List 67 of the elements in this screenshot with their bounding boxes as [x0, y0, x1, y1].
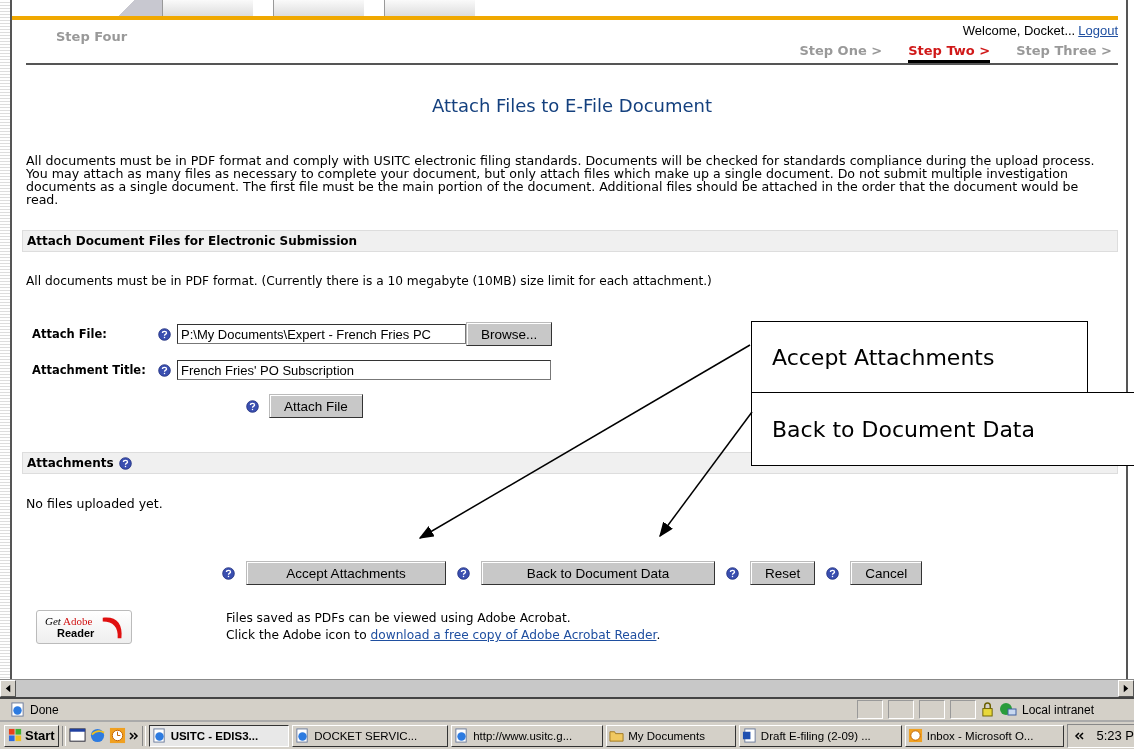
taskbar-button[interactable]: USITC - EDIS3... — [148, 724, 290, 747]
scroll-right-button[interactable] — [1118, 680, 1134, 698]
action-button[interactable]: Back to Document Data — [481, 561, 715, 585]
taskbar-button[interactable]: Inbox - Microsoft O... — [904, 724, 1065, 747]
help-icon[interactable] — [826, 566, 840, 580]
zone-text: Local intranet — [1021, 702, 1094, 717]
folder-icon — [609, 728, 625, 743]
start-button[interactable]: Start — [4, 724, 59, 747]
taskbar-button[interactable]: DOCKET SERVIC... — [292, 724, 449, 747]
scroll-left-button[interactable] — [0, 680, 16, 698]
help-icon[interactable] — [726, 566, 739, 580]
clock-icon — [907, 728, 923, 743]
file-path-field[interactable]: P:\My Documents\Expert - French Fries PC — [177, 324, 466, 344]
attach-file-button[interactable]: Attach File — [269, 394, 363, 418]
download-link[interactable]: download a free copy of Adobe Acrobat Reader — [370, 628, 657, 642]
lock-icon — [980, 702, 994, 718]
network-icon — [998, 701, 1017, 718]
help-icon[interactable] — [158, 363, 171, 377]
logout-link[interactable]: Logout — [1078, 23, 1118, 38]
browse-button[interactable]: Browse... — [466, 322, 553, 346]
help-icon[interactable] — [222, 566, 235, 580]
callout-box: Accept Attachments — [751, 321, 1088, 393]
more-icon[interactable] — [128, 731, 139, 740]
document-icon — [741, 728, 757, 743]
clock-text: 5:23 P — [1096, 728, 1134, 743]
size-note: All documents must be in PDF format. (Currently there is a 10 megabyte (10MB) size limit for each attachment.) — [26, 274, 713, 288]
help-icon[interactable] — [118, 456, 132, 470]
attachments-heading: Attachments — [27, 456, 114, 470]
empty-message: No files uploaded yet. — [26, 496, 164, 511]
action-button[interactable]: Accept Attachments — [246, 561, 446, 585]
status-pane — [918, 700, 945, 720]
taskbar-button[interactable]: My Documents — [606, 724, 736, 747]
info-text: Files saved as PDFs can be viewed using Adobe Acrobat. — [226, 611, 571, 625]
taskbar-button[interactable]: http://www.usitc.g... — [451, 724, 604, 747]
right-arrow-icon — [1123, 684, 1129, 694]
taskbar-button[interactable]: Draft E-filing (2-09) ... — [738, 724, 902, 747]
left-arrow-icon — [5, 684, 11, 694]
status-pane — [887, 700, 914, 720]
action-button[interactable]: Reset — [750, 561, 816, 585]
help-icon[interactable] — [246, 399, 259, 413]
clock-icon[interactable] — [108, 727, 126, 744]
show-hidden-icon[interactable] — [1074, 731, 1085, 740]
period-text: . — [656, 628, 661, 642]
browser-icon — [151, 728, 167, 743]
adobe-reader-badge[interactable]: Get Adobe Reader — [36, 610, 132, 644]
status-pane — [949, 700, 976, 720]
action-button[interactable]: Cancel — [850, 561, 923, 585]
desktop-icon[interactable] — [68, 727, 86, 744]
section-header: Attach Document Files for Electronic Submission — [22, 230, 1118, 252]
welcome-text: Welcome, Docket... — [962, 23, 1076, 38]
status-text: Done — [30, 702, 59, 717]
windows-flag-icon — [8, 728, 23, 743]
page-title: Attach Files to E-File Document — [430, 95, 714, 116]
field-label: Attachment Title: — [32, 363, 147, 377]
title-field[interactable]: French Fries' PO Subscription — [177, 360, 551, 380]
callout-box: Back to Document Data — [751, 392, 1134, 466]
step-tab[interactable]: Step Two > — [908, 43, 991, 63]
browser-icon — [295, 728, 311, 743]
browser-icon — [454, 728, 470, 743]
step-label: Step Four — [56, 29, 128, 46]
field-label: Attach File: — [32, 327, 108, 341]
info-text: Click the Adobe icon to — [226, 628, 367, 642]
help-icon[interactable] — [457, 566, 470, 580]
status-pane — [856, 700, 883, 720]
help-icon[interactable] — [158, 327, 171, 341]
intro-paragraph: All documents must be in PDF format and comply with USITC electronic filing standards. Documents will be checked for standards compliance during the upload process. You may attach as many files as necessary to complete your document, but only attach files which make up a single document. Do not submit multiple investigation documents as a single document. The first file must be the main portion of the document. Additional files should be attached in the order that the document would be read. — [26, 154, 1096, 206]
browser-icon — [10, 702, 25, 718]
